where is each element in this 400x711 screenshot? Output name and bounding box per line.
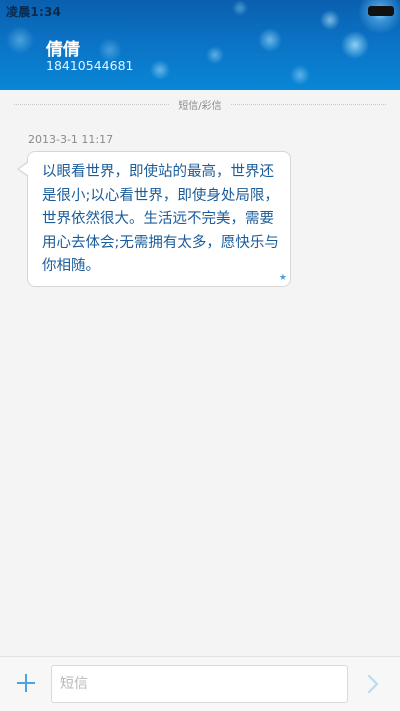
contact-number[interactable]: 18410544681 (46, 58, 133, 73)
incoming-message-bubble[interactable]: 以眼看世界，即使站的最高，世界还是很小;以心看世界，即使身处局限，世界依然很大。… (27, 151, 291, 287)
star-icon: ★ (278, 273, 287, 283)
sms-input[interactable] (51, 665, 348, 703)
compose-bar (0, 656, 400, 711)
sms-conversation-screen: 凌晨1:34 倩倩 18410544681 短信/彩信 2013-3-1 11:… (0, 0, 400, 711)
message-text: 以眼看世界，即使站的最高，世界还是很小;以心看世界，即使身处局限，世界依然很大。… (42, 164, 279, 274)
message-timestamp: 2013-3-1 11:17 (28, 133, 114, 146)
contact-name[interactable]: 倩倩 (46, 35, 80, 60)
add-attachment-button[interactable] (14, 671, 38, 695)
battery-icon (368, 6, 394, 16)
chevron-right-icon (367, 674, 379, 694)
plus-icon-vertical (25, 674, 27, 692)
message-type-divider: 短信/彩信 (14, 97, 386, 112)
status-bar-time: 凌晨1:34 (6, 5, 62, 19)
bubble-tail (19, 162, 29, 176)
conversation-header: 凌晨1:34 倩倩 18410544681 (0, 0, 400, 90)
divider-line-right (231, 104, 386, 105)
send-button[interactable] (362, 672, 384, 696)
